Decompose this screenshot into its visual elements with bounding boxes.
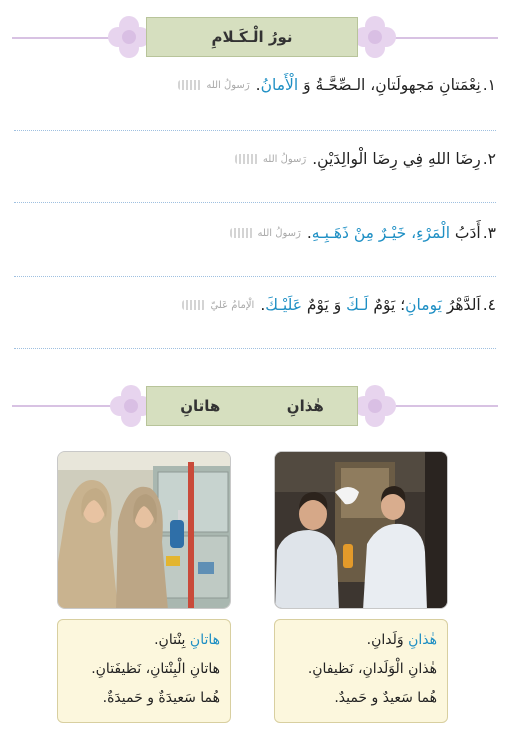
section-title-banner: نورُ الْـكَـلامِ (146, 17, 358, 57)
salawat-seal-icon (229, 228, 254, 238)
hadith-row-2: ٢. رِضَا اللهِ فِي رِضَا الْوالِدَيْنِ. … (14, 150, 496, 168)
caption-line: هٰذانِ وَلَدانِ. (366, 632, 437, 648)
caption-line: هُما سَعيدَةٌ و حَميدَةٌ. (102, 690, 220, 706)
section-title: نورُ الْـكَـلامِ (211, 28, 293, 46)
hadith-text: اَلدَّهْرُ يَومانِ؛ يَوْمٌ لَـكَ وَ يَوْ… (260, 296, 481, 314)
caption-line: هاتانِ الْبِنْتانِ، نَظيفَتانِ. (91, 661, 220, 677)
boys-cleaning-illustration (275, 452, 447, 608)
divider (14, 276, 496, 277)
hadith-number: ١. (482, 76, 496, 94)
divider (14, 130, 496, 131)
divider (14, 348, 496, 349)
salawat-seal-icon (178, 80, 203, 90)
photo-boys-cleaning (274, 451, 448, 609)
hadith-source: الْإمامُ عَليّ (210, 299, 255, 311)
salawat-seal-icon (234, 154, 259, 164)
flower-ornament-left-icon (108, 16, 150, 58)
hadith-row-4: ٤. اَلدَّهْرُ يَومانِ؛ يَوْمٌ لَـكَ وَ ي… (14, 296, 496, 314)
caption-line: هُما سَعيدٌ و حَميدٌ. (334, 690, 437, 706)
hadith-row-1: ١. نِعْمَتانِ مَجهولَتانِ، الـصِّحَّـةُ … (14, 76, 496, 94)
flower-ornament-right-icon (354, 385, 396, 427)
caption-line: هاتانِ بِنْتانِ. (154, 632, 220, 648)
hadith-number: ٣. (482, 224, 496, 242)
hadith-source: رَسولُ الله (262, 153, 307, 165)
hadith-source: رَسولُ الله (206, 79, 250, 91)
divider (14, 202, 496, 203)
caption-girls: هاتانِ بِنْتانِ. هاتانِ الْبِنْتانِ، نَظ… (57, 619, 231, 723)
label-hadhani: هٰذانِ (286, 397, 324, 415)
salawat-seal-icon (182, 300, 207, 310)
hadith-number: ٢. (482, 150, 496, 168)
hadith-text: رِضَا اللهِ فِي رِضَا الْوالِدَيْنِ. (312, 150, 481, 168)
caption-boys: هٰذانِ وَلَدانِ. هٰذانِ الْوَلَدانِ، نَظ… (274, 619, 448, 723)
photo-girls-cleaning (57, 451, 231, 609)
hadith-source: رَسولُ الله (257, 227, 301, 239)
caption-line: هٰذانِ الْوَلَدانِ، نَظيفانِ. (307, 661, 437, 677)
label-hatani: هاتانِ (180, 397, 221, 415)
hadith-row-3: ٣. أَدَبُ الْمَرْءِ، خَيْـرٌ مِنْ ذَهَـب… (14, 224, 496, 242)
demonstratives-banner: هٰذانِ هاتانِ (146, 386, 358, 426)
hadith-number: ٤. (482, 296, 496, 314)
hadith-text: أَدَبُ الْمَرْءِ، خَيْـرٌ مِنْ ذَهَـبِـه… (306, 224, 481, 242)
flower-ornament-right-icon (354, 16, 396, 58)
girls-cleaning-illustration (58, 452, 230, 608)
hadith-text: نِعْمَتانِ مَجهولَتانِ، الـصِّحَّـةُ وَ … (255, 76, 481, 94)
